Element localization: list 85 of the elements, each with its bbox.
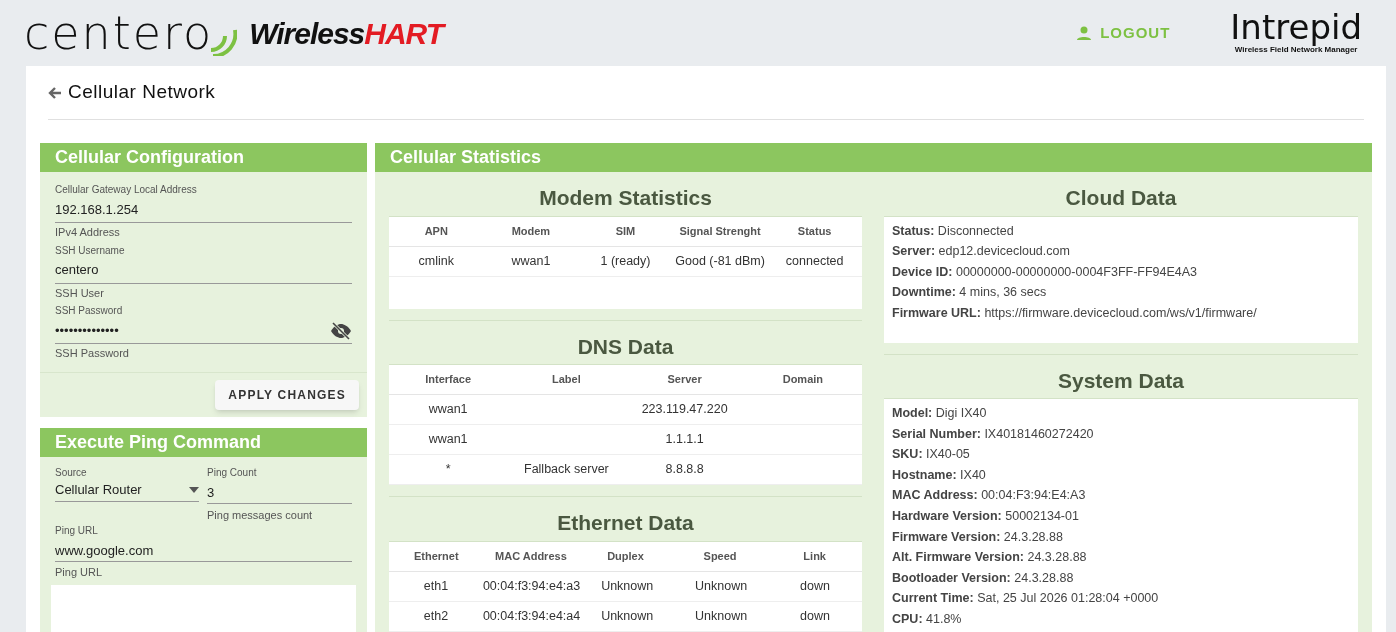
table-cell-text: wwan1 [510, 252, 552, 270]
info-line: Device ID: 00000000-00000000-0004F3FF-FF94E4A3 [892, 263, 1199, 281]
table-cell-text: Fallback server [523, 461, 610, 479]
table-cell-text: 1.1.1.1 [664, 431, 705, 449]
info-line: Model: Digi IX40 [892, 405, 988, 422]
section-title: Modem Statistics [389, 172, 862, 217]
product-logo-text: Intrepid [1230, 10, 1362, 44]
info-line: CPU: 41.8% [892, 610, 963, 628]
table-cell-text: 00:04:f3:94:e4:a3 [482, 577, 581, 595]
column-header: Status [796, 223, 833, 239]
info-line: Downtime: 4 mins, 36 secs [892, 284, 1048, 302]
column-header: Domain [781, 372, 825, 388]
page-title: Cellular Network [68, 80, 216, 105]
table-cell-text: eth2 [422, 607, 450, 625]
dropdown-caret-icon [189, 487, 199, 493]
table-cell-text: Unknown [600, 577, 655, 595]
brand-text: WirelessHART [249, 15, 444, 52]
ping-url-field[interactable]: www.google.com [55, 540, 352, 562]
info-line: Bootloader Version: 24.3.28.88 [892, 569, 1075, 587]
column-header: Ethernet [413, 548, 460, 564]
table-cell-text: 00:04:f3:94:e4:a4 [482, 607, 581, 625]
table-cell-text: 1 (ready) [599, 252, 652, 270]
info-line: Alt. Firmware Version: 24.3.28.88 [892, 549, 1088, 567]
column-header: Link [802, 548, 827, 564]
table-cell-text: * [444, 461, 452, 479]
ping-count-field[interactable]: 3 [207, 481, 352, 504]
table-cell-text: down [799, 607, 831, 625]
password-field[interactable]: •••••••••••••• [55, 320, 330, 341]
info-line: Current Time: Sat, 25 Jul 2026 01:28:04 +0000 [892, 590, 1160, 608]
helper-text: IPv4 Address [55, 225, 121, 240]
info-line: Serial Number: IX40181460272420 [892, 425, 1095, 443]
text-field[interactable]: centero [55, 260, 352, 280]
table-cell-text: wwan1 [427, 431, 469, 449]
info-line: Firmware Version: 24.3.28.88 [892, 528, 1064, 546]
table-cell-text: 223.119.47.220 [640, 401, 729, 419]
panel-header: Cellular Statistics [375, 143, 1372, 172]
column-header: Signal Strenght [678, 223, 762, 239]
section-title: Ethernet Data [389, 497, 862, 542]
table-cell-text: cmlink [417, 252, 455, 270]
field-label: Source [55, 465, 88, 480]
info-line: Firmware URL: https://firmware.devicecloud.com/ws/v1/firmware/ [892, 304, 1258, 322]
field-label: Cellular Gateway Local Address [55, 183, 198, 197]
source-dropdown[interactable]: Cellular Router [55, 479, 199, 502]
field-label: Ping URL [55, 524, 99, 538]
field-label: SSH Password [55, 304, 124, 318]
back-arrow-icon[interactable] [48, 85, 62, 100]
table-cell-text: Unknown [694, 607, 749, 625]
info-line: Server: edp12.devicecloud.com [892, 243, 1071, 261]
table-cell-text: wwan1 [427, 401, 469, 419]
field-label: Ping Count [207, 465, 258, 480]
column-header: Label [551, 372, 582, 388]
info-line: Hostname: IX40 [892, 466, 987, 484]
info-line: Hardware Version: 50002134-01 [892, 507, 1080, 525]
user-icon [1076, 25, 1093, 41]
info-line: SKU: IX40-05 [892, 446, 971, 464]
table-cell-text: eth1 [422, 577, 450, 595]
logo-text: centero [24, 10, 214, 56]
table-cell-text: Unknown [694, 577, 749, 595]
column-header: Duplex [606, 548, 645, 564]
table-cell-text: Good (-81 dBm) [674, 252, 766, 270]
column-header: Server [666, 372, 703, 388]
table-cell-text: down [799, 577, 831, 595]
helper-text: Ping URL [55, 565, 104, 580]
table-cell-text: 8.8.8.8 [664, 461, 705, 479]
panel-header: Execute Ping Command [40, 427, 367, 457]
section-title: Cloud Data [884, 172, 1358, 217]
helper-text: SSH Password [55, 346, 130, 361]
column-header: Modem [510, 223, 552, 239]
info-line: MAC Address: 00:04:F3:94:E4:A3 [892, 487, 1087, 505]
column-header: Interface [424, 372, 473, 388]
apply-changes-button[interactable]: APPLY CHANGES [215, 379, 359, 410]
panel-header: Cellular Configuration [40, 143, 367, 172]
eye-slash-icon[interactable] [330, 321, 352, 340]
info-line: Status: Disconnected [892, 222, 1015, 240]
column-header: MAC Address [494, 548, 568, 564]
column-header: APN [423, 223, 449, 239]
text-field[interactable]: 192.168.1.254 [55, 199, 352, 220]
table-cell-text: Unknown [600, 607, 655, 625]
column-header: Speed [702, 548, 738, 564]
column-header: SIM [614, 223, 637, 239]
helper-text: SSH User [55, 285, 105, 301]
field-label: SSH Username [55, 243, 126, 258]
helper-text: Ping messages count [207, 507, 314, 523]
product-subtitle: Wireless Field Network Manager [1234, 45, 1358, 56]
table-cell-text: connected [784, 252, 845, 270]
